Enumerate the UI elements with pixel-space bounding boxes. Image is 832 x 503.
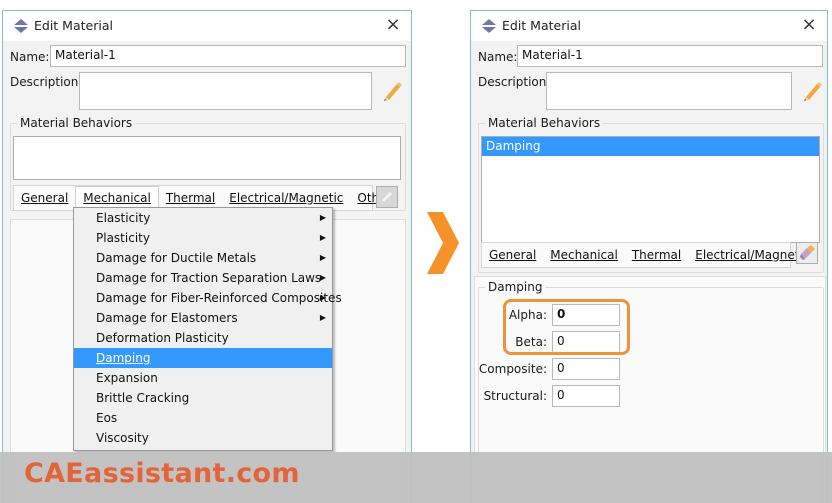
behavior-tabs: General Mechanical Thermal Electrical/Ma…	[481, 242, 809, 268]
menu-item-damage-elastomers[interactable]: Damage for Elastomers ▶	[74, 308, 332, 328]
tab-general[interactable]: General	[482, 243, 543, 267]
menu-item-damage-ductile-metals[interactable]: Damage for Ductile Metals ▶	[74, 248, 332, 268]
mechanical-menu: Elasticity ▶ Plasticity ▶ Damage for Ducti…	[73, 207, 342, 451]
menu-item-expansion[interactable]: Expansion	[74, 368, 332, 388]
description-input[interactable]	[79, 72, 372, 110]
menu-item-damping[interactable]: Damping	[74, 348, 332, 368]
eraser-icon	[800, 245, 815, 260]
tab-thermal[interactable]: Thermal	[625, 243, 688, 267]
title-bar: Edit Material ×	[471, 11, 827, 41]
app-icon	[14, 19, 28, 33]
submenu-arrow-icon: ▶	[319, 313, 326, 322]
name-input[interactable]: Material-1	[517, 45, 823, 67]
group-title: Material Behaviors	[17, 116, 136, 130]
tab-mechanical[interactable]: Mechanical	[543, 243, 625, 267]
behaviors-list[interactable]: Damping	[481, 136, 820, 243]
menu-item-elasticity[interactable]: Elasticity ▶	[74, 208, 332, 228]
composite-label: Composite:	[478, 362, 547, 376]
submenu-arrow-icon: ▶	[319, 273, 326, 282]
group-title: Material Behaviors	[485, 116, 604, 130]
delete-behavior-button[interactable]	[796, 242, 818, 264]
name-label: Name:	[10, 50, 50, 64]
behaviors-list[interactable]	[13, 136, 401, 180]
eraser-icon	[381, 191, 393, 203]
app-icon	[482, 19, 496, 33]
edit-material-dialog-right: Edit Material × Name: Material-1 Descrip…	[470, 10, 828, 503]
next-step-arrow-icon	[427, 212, 459, 274]
menu-item-viscosity[interactable]: Viscosity	[74, 428, 332, 448]
structural-label: Structural:	[483, 389, 547, 403]
menu-item-plasticity[interactable]: Plasticity ▶	[74, 228, 332, 248]
close-icon[interactable]: ×	[383, 15, 403, 35]
description-label: Description:	[10, 75, 83, 89]
group-title: Damping	[485, 280, 546, 294]
submenu-arrow-icon: ▶	[319, 233, 326, 242]
name-label: Name:	[478, 50, 518, 64]
tab-general[interactable]: General	[14, 186, 75, 210]
menu-item-brittle-cracking[interactable]: Brittle Cracking	[74, 388, 332, 408]
behavior-item-damping[interactable]: Damping	[482, 137, 819, 156]
submenu-arrow-icon: ▶	[319, 213, 326, 222]
description-input[interactable]	[546, 72, 792, 110]
watermark-text: CAEassistant.com	[24, 458, 300, 489]
title-bar: Edit Material ×	[3, 11, 411, 41]
menu-item-damage-fiber-reinforced[interactable]: Damage for Fiber-Reinforced Composites ▶	[74, 288, 342, 308]
submenu-arrow-icon: ▶	[319, 293, 326, 302]
description-label: Description:	[478, 75, 551, 89]
dialog-title: Edit Material	[502, 18, 581, 33]
close-icon[interactable]: ×	[799, 15, 819, 35]
name-input[interactable]: Material-1	[50, 45, 406, 67]
structural-input[interactable]: 0	[552, 385, 620, 407]
composite-input[interactable]: 0	[552, 358, 620, 380]
pencil-icon[interactable]	[800, 79, 822, 101]
menu-item-eos[interactable]: Eos	[74, 408, 332, 428]
delete-behavior-button[interactable]	[376, 186, 398, 208]
pencil-icon[interactable]	[380, 79, 402, 101]
submenu-arrow-icon: ▶	[319, 253, 326, 262]
menu-item-damage-traction-separation[interactable]: Damage for Traction Separation Laws ▶	[74, 268, 332, 288]
menu-item-deformation-plasticity[interactable]: Deformation Plasticity	[74, 328, 332, 348]
alpha-beta-highlight	[503, 299, 630, 355]
dialog-title: Edit Material	[34, 18, 113, 33]
